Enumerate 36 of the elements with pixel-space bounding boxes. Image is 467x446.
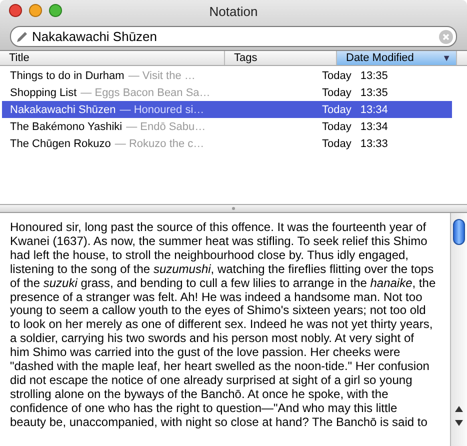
date-time: 13:33 [360, 138, 388, 150]
scroll-bar[interactable] [450, 213, 467, 446]
note-preview: — Rokuzo the c… [114, 138, 204, 150]
date-day: Today [322, 138, 352, 150]
note-title: Nakakawachi Shūzen [10, 104, 116, 116]
date-day: Today [322, 86, 352, 98]
note-title: Things to do in Durham [10, 70, 124, 82]
column-header[interactable]: Date Modified ▼ [337, 51, 457, 65]
note-text[interactable]: Honoured sir, long past the source of this offence. It was the fourteenth year of Kwanei (1637). As now, the summer heat was stifling. To seek relief this Shimo had left the house, to stroll the neighbourhood close by. Thus idly engaged, listening to the song of the suzumushi, watching the fireflies flitting over the tops of the suzuki grass, and bending to cull a few lilies to arrange in the hanaike, the presence of a stranger was felt. Ah! He was indeed a handsome man. Not too young to seem a callow youth to the eyes of Shimo's sixteen years; not too old to look on her merely as one of different sex. Indeed he was not yet thirty years, a soldier, carrying his two swords and his person most nobly. At very sight of him Shimo was carried into the gust of the love passion. Her cheeks were "dashed with the maple leaf, her heart swelled as the noon-tide." Her confusion did not escape the notice of one already surprised at sight of a girl so young strolling alone on the byways of the Banchō. At once he spoke, with the confidence of one who has the right to question—"And who may this little beauty be, unaccompanied, with night so close at hand? The Banchō is said to [0, 213, 450, 446]
note-title: The Chūgen Rokuzo [10, 138, 111, 150]
date-time: 13:34 [360, 104, 388, 116]
date-time: 13:34 [360, 120, 388, 132]
date-day: Today [322, 120, 352, 132]
note-preview: — Eggs Bacon Bean Sa… [80, 86, 210, 98]
sort-arrow: ▼ [442, 53, 451, 63]
note-preview: — Endō Sabu… [126, 120, 206, 132]
note-title: Shopping List [10, 86, 77, 98]
note-row[interactable]: The Bakémono Yashiki — Endō Sabu… Today 13:34 [2, 118, 452, 135]
date-time: 13:35 [360, 70, 388, 82]
note-title: The Bakémono Yashiki [10, 120, 122, 132]
date-day: Today [322, 104, 352, 116]
note-row[interactable]: Things to do in Durham — Visit the … Today 13:35 [2, 67, 452, 84]
close-button[interactable] [9, 4, 22, 17]
note-row[interactable]: The Chūgen Rokuzo — Rokuzo the c… Today 13:33 [2, 135, 452, 152]
zoom-button[interactable] [49, 4, 62, 17]
minimize-button[interactable] [29, 4, 42, 17]
note-preview: — Visit the … [128, 70, 196, 82]
pencil-icon [16, 31, 28, 43]
note-row[interactable]: Nakakawachi Shūzen — Honoured si… Today 13:34 [2, 101, 452, 118]
date-time: 13:35 [360, 86, 388, 98]
note-preview: — Honoured si… [120, 104, 204, 116]
column-header[interactable]: Title [0, 51, 225, 65]
search-field[interactable]: Nakakawachi Shūzen [10, 26, 457, 47]
window-title: Notation [209, 4, 258, 18]
note-row[interactable]: Shopping List — Eggs Bacon Bean Sa… Today 13:35 [2, 84, 452, 101]
date-day: Today [322, 70, 352, 82]
